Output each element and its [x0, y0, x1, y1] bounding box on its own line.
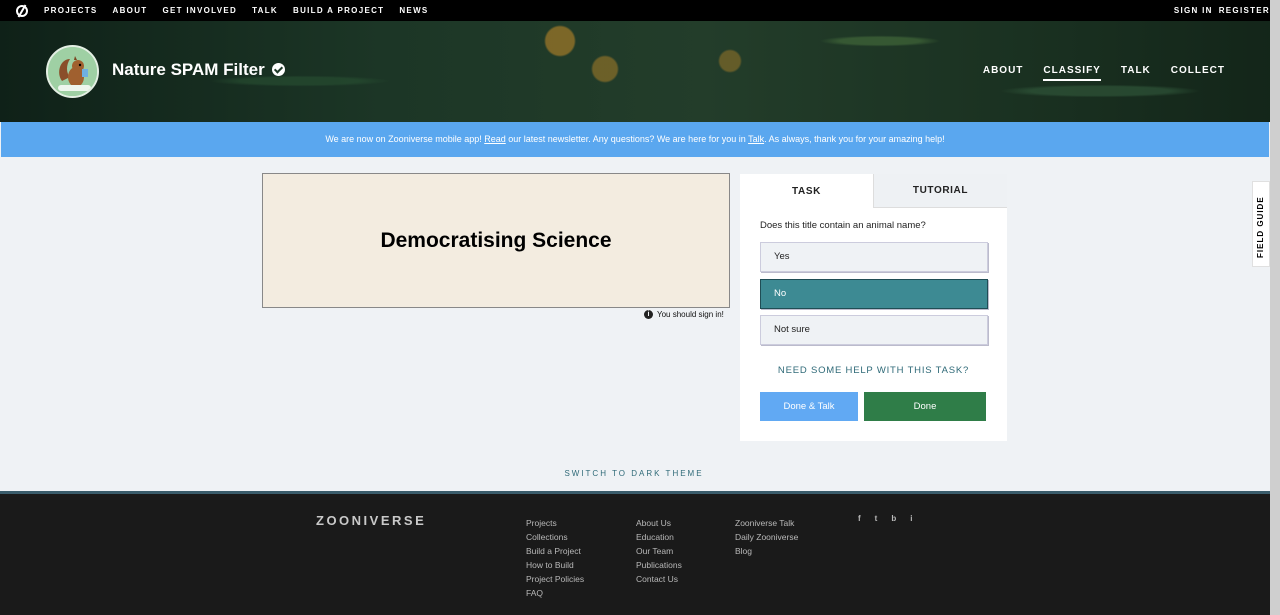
- footer-link-contact-us[interactable]: Contact Us: [636, 572, 682, 586]
- top-nav-get-involved[interactable]: GET INVOLVED: [162, 6, 237, 15]
- sign-in-link[interactable]: SIGN IN: [1174, 6, 1213, 15]
- footer-link-build-a-project[interactable]: Build a Project: [526, 544, 584, 558]
- answer-no[interactable]: No: [760, 279, 988, 309]
- sign-in-note-text: You should sign in!: [657, 310, 724, 319]
- footer-link-blog[interactable]: Blog: [735, 544, 798, 558]
- social-links: f t b i: [858, 514, 926, 523]
- project-nav-collect[interactable]: COLLECT: [1171, 65, 1225, 81]
- project-nav-talk[interactable]: TALK: [1121, 65, 1151, 81]
- top-bar: PROJECTS ABOUT GET INVOLVED TALK BUILD A…: [0, 0, 1280, 21]
- bluesky-icon[interactable]: b: [891, 514, 896, 523]
- subject-viewer: Democratising Science: [262, 173, 730, 308]
- field-guide-tab[interactable]: FIELD GUIDE: [1252, 181, 1270, 267]
- task-panel: TASK TUTORIAL Does this title contain an…: [740, 174, 1007, 441]
- footer-link-publications[interactable]: Publications: [636, 558, 682, 572]
- project-nav-about[interactable]: ABOUT: [983, 65, 1024, 81]
- field-guide-label: FIELD GUIDE: [1256, 196, 1265, 258]
- footer-column-talk: Zooniverse Talk Daily Zooniverse Blog: [735, 516, 798, 558]
- footer-link-project-policies[interactable]: Project Policies: [526, 572, 584, 586]
- footer-logo[interactable]: ZOONIVERSE: [316, 513, 426, 528]
- project-header: Nature SPAM Filter ABOUT CLASSIFY TALK C…: [0, 21, 1280, 122]
- announcement-talk-link[interactable]: Talk: [748, 134, 764, 144]
- footer-link-zooniverse-talk[interactable]: Zooniverse Talk: [735, 516, 798, 530]
- instagram-icon[interactable]: i: [910, 514, 912, 523]
- top-nav-projects[interactable]: PROJECTS: [44, 6, 98, 15]
- task-tabs: TASK TUTORIAL: [740, 174, 1007, 208]
- top-nav-news[interactable]: NEWS: [399, 6, 428, 15]
- footer-link-daily-zooniverse[interactable]: Daily Zooniverse: [735, 530, 798, 544]
- twitter-icon[interactable]: t: [875, 514, 878, 523]
- top-nav-about[interactable]: ABOUT: [113, 6, 148, 15]
- project-avatar[interactable]: [46, 45, 99, 98]
- footer-link-projects[interactable]: Projects: [526, 516, 584, 530]
- top-nav-talk[interactable]: TALK: [252, 6, 278, 15]
- footer-link-collections[interactable]: Collections: [526, 530, 584, 544]
- footer-column-about: About Us Education Our Team Publications…: [636, 516, 682, 586]
- announcement-text-1: We are now on Zooniverse mobile app!: [325, 134, 485, 144]
- footer-link-our-team[interactable]: Our Team: [636, 544, 682, 558]
- footer-column-projects: Projects Collections Build a Project How…: [526, 516, 584, 600]
- announcement-text-2: our latest newsletter. Any questions? We…: [505, 134, 749, 144]
- top-nav: PROJECTS ABOUT GET INVOLVED TALK BUILD A…: [44, 6, 444, 15]
- tab-task[interactable]: TASK: [740, 174, 873, 208]
- footer-link-how-to-build[interactable]: How to Build: [526, 558, 584, 572]
- sign-in-note: i You should sign in!: [644, 310, 724, 319]
- zooniverse-logo-icon[interactable]: [16, 4, 28, 17]
- project-title[interactable]: Nature SPAM Filter: [112, 60, 265, 80]
- task-help-link[interactable]: NEED SOME HELP WITH THIS TASK?: [740, 365, 1007, 376]
- subject-text: Democratising Science: [380, 228, 612, 252]
- register-link[interactable]: REGISTER: [1219, 6, 1270, 15]
- footer-link-faq[interactable]: FAQ: [526, 586, 584, 600]
- squirrel-icon: [48, 47, 97, 96]
- facebook-icon[interactable]: f: [858, 514, 861, 523]
- done-and-talk-button[interactable]: Done & Talk: [760, 392, 858, 421]
- verified-check-icon: [272, 63, 285, 76]
- footer-link-about-us[interactable]: About Us: [636, 516, 682, 530]
- tab-tutorial[interactable]: TUTORIAL: [873, 174, 1007, 208]
- done-button[interactable]: Done: [864, 392, 986, 421]
- task-question: Does this title contain an animal name?: [760, 220, 926, 231]
- project-nav-classify[interactable]: CLASSIFY: [1043, 65, 1101, 81]
- newsletter-read-link[interactable]: Read: [484, 134, 506, 144]
- switch-theme-link[interactable]: SWITCH TO DARK THEME: [0, 469, 1268, 478]
- scrollbar[interactable]: [1270, 0, 1280, 615]
- answer-not-sure[interactable]: Not sure: [760, 315, 988, 345]
- top-nav-build-a-project[interactable]: BUILD A PROJECT: [293, 6, 384, 15]
- announcement-text-3: . As always, thank you for your amazing …: [764, 134, 945, 144]
- project-nav: ABOUT CLASSIFY TALK COLLECT: [963, 65, 1225, 81]
- announcement-banner: We are now on Zooniverse mobile app! Rea…: [1, 122, 1269, 157]
- answer-yes[interactable]: Yes: [760, 242, 988, 272]
- footer: ZOONIVERSE Projects Collections Build a …: [0, 494, 1270, 615]
- info-icon: i: [644, 310, 653, 319]
- footer-link-education[interactable]: Education: [636, 530, 682, 544]
